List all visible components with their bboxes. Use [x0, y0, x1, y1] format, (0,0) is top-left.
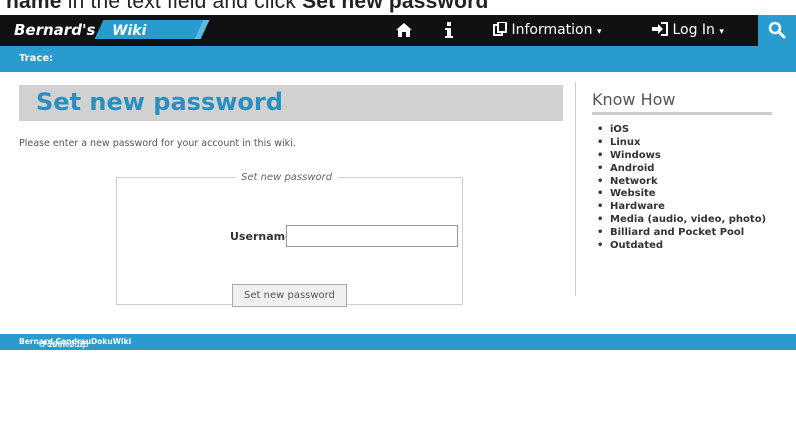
top-navbar: Bernard's Wiki Information ▾ Log In ▾	[0, 15, 796, 46]
sidebar-item-billiard[interactable]: • Billiard and Pocket Pool	[597, 227, 766, 240]
sidebar-title: Know How	[592, 90, 676, 109]
username-input[interactable]	[286, 225, 458, 247]
footer-engine[interactable]: DokuWiki	[91, 337, 131, 346]
sidebar-divider	[592, 112, 772, 115]
sidebar-item-hardware[interactable]: • Hardware	[597, 201, 766, 214]
info-icon	[445, 22, 453, 38]
site-brand[interactable]: Bernard's Wiki	[14, 18, 219, 42]
document-icon	[493, 21, 507, 36]
footer-bar: © 2007-2023 Bernard Condrau · Powered by…	[0, 334, 796, 350]
home-icon	[396, 23, 412, 37]
set-new-password-button[interactable]: Set new password	[232, 284, 347, 307]
caption-middle: in the text field and click	[61, 0, 303, 13]
set-password-form: Set new password Username Set new passwo…	[116, 172, 463, 307]
home-button[interactable]	[395, 15, 413, 46]
login-icon	[652, 22, 668, 36]
sidebar-item-android[interactable]: • Android	[597, 163, 766, 176]
instruction-caption: name in the text field and click Set new…	[6, 0, 489, 14]
brand-wiki: Wiki	[112, 23, 147, 39]
chevron-down-icon: ▾	[596, 27, 602, 37]
sidebar-item-network[interactable]: • Network	[597, 176, 766, 189]
search-button[interactable]	[758, 15, 796, 46]
page-title: Set new password	[36, 88, 283, 116]
sidebar-item-media[interactable]: • Media (audio, video, photo)	[597, 214, 766, 227]
caption-prefix: name	[6, 0, 62, 13]
username-label: Username	[230, 230, 293, 243]
sidebar-item-outdated[interactable]: • Outdated	[597, 240, 766, 253]
nav-information-label: Information	[511, 22, 593, 38]
breadcrumb-label: Trace:	[19, 53, 54, 64]
nav-information[interactable]: Information ▾	[493, 15, 601, 46]
footer-text: © 2007-2023 Bernard Condrau · Powered by…	[19, 337, 131, 349]
sidebar-item-ios[interactable]: • iOS	[597, 124, 766, 137]
footer-powered: · Powered by	[38, 340, 87, 349]
nav-login-label: Log In	[672, 22, 715, 38]
nav-login[interactable]: Log In ▾	[652, 15, 724, 46]
sidebar-list: • iOS • Linux • Windows • Android • Network •…	[597, 124, 766, 253]
brand-wiki-tag: Wiki	[94, 20, 210, 39]
search-icon	[768, 21, 786, 39]
page-title-box: Set new password	[19, 85, 563, 121]
brand-prefix: Bernard's	[14, 21, 96, 39]
breadcrumb-bar: Trace:	[0, 46, 796, 72]
sidebar-item-website[interactable]: • Website	[597, 188, 766, 201]
sidebar-item-windows[interactable]: • Windows	[597, 150, 766, 163]
sidebar: Know How • iOS • Linux • Windows • Android •…	[575, 82, 786, 296]
caption-emph: Set new password	[302, 0, 489, 13]
intro-text: Please enter a new password for your acc…	[19, 138, 296, 149]
info-button[interactable]	[444, 15, 454, 46]
sidebar-item-linux[interactable]: • Linux	[597, 137, 766, 150]
form-legend: Set new password	[241, 172, 333, 183]
chevron-down-icon: ▾	[719, 27, 724, 37]
